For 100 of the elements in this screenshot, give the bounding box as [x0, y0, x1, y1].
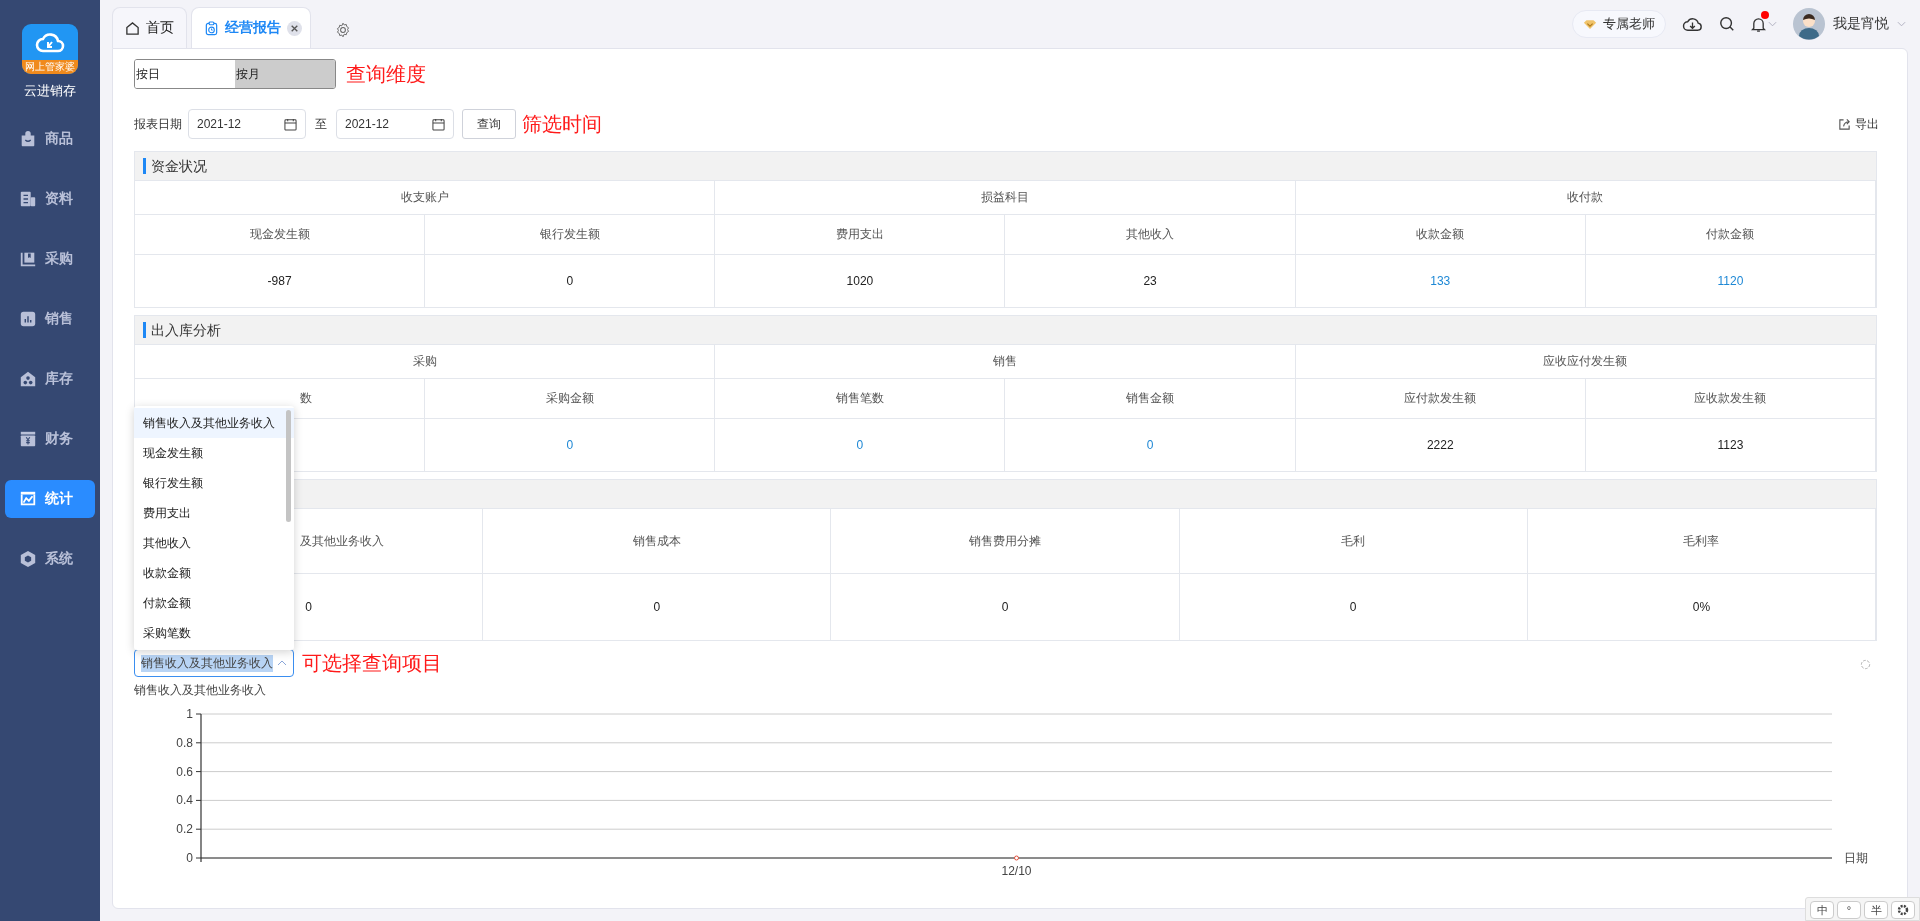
caret-icon: [277, 660, 287, 666]
nav-item[interactable]: 库存: [5, 360, 95, 398]
y-tick: [195, 828, 202, 830]
section-title: 资金状况: [143, 158, 207, 174]
table-cell: 2222: [1295, 419, 1586, 471]
value-link[interactable]: 133: [1295, 255, 1586, 307]
bell-icon[interactable]: [1751, 15, 1766, 33]
search-icon[interactable]: [1719, 16, 1735, 32]
cloud-download-icon[interactable]: [1682, 15, 1703, 33]
nav-item[interactable]: 资料: [5, 180, 95, 218]
diamond-icon: [1583, 18, 1597, 30]
table-cell: -987: [135, 255, 426, 307]
table-header: 损益科目: [715, 181, 1296, 215]
dropdown-option[interactable]: 银行发生额: [134, 468, 294, 498]
hexagon-icon: [19, 550, 37, 568]
value-link[interactable]: 1120: [1585, 255, 1876, 307]
export-icon: [1838, 117, 1851, 131]
query-button[interactable]: 查询: [462, 109, 516, 139]
tab[interactable]: 经营报告: [191, 7, 311, 48]
scrollbar-thumb[interactable]: [286, 410, 291, 522]
annotation-text: 查询维度: [346, 61, 426, 87]
y-tick: [195, 713, 202, 715]
table-header: 费用支出: [715, 215, 1006, 255]
axis-label: 0.2: [176, 822, 193, 837]
line-chart-icon: [19, 490, 37, 508]
book-icon: [19, 250, 37, 268]
nav-item[interactable]: 系统: [5, 540, 95, 578]
bar-chart-icon: [19, 310, 37, 328]
table-cell: 0%: [1527, 574, 1876, 640]
table-header: 销售笔数: [715, 379, 1006, 419]
value-link[interactable]: 0: [425, 419, 716, 471]
table-cell: 1020: [715, 255, 1006, 307]
table-header: 收支账户: [135, 181, 716, 215]
table-cell: 0: [831, 574, 1180, 640]
table-header: 销售金额: [1005, 379, 1296, 419]
dropdown-option[interactable]: 现金发生额: [134, 438, 294, 468]
table-cell: 0: [1179, 574, 1528, 640]
axis-label: 0.8: [176, 735, 193, 750]
table-header: 现金发生额: [135, 215, 426, 255]
nav-item[interactable]: 销售: [5, 300, 95, 338]
close-icon[interactable]: [287, 20, 302, 36]
dropdown-option[interactable]: 其他收入: [134, 528, 294, 558]
table-header: 收款金额: [1295, 215, 1586, 255]
table-header: 毛利: [1179, 509, 1528, 574]
y-tick: [195, 742, 202, 744]
table-header: 付款金额: [1585, 215, 1876, 255]
value-link[interactable]: 0: [715, 419, 1006, 471]
yen-box-icon: [19, 430, 37, 448]
axis-title: 日期: [1844, 851, 1868, 865]
avatar[interactable]: [1793, 8, 1825, 40]
y-tick: [195, 799, 202, 801]
logo-badge: 网上管家婆: [22, 60, 78, 74]
bag-icon: [19, 130, 37, 148]
nav-item[interactable]: 财务: [5, 420, 95, 458]
table-header: 采购: [135, 345, 716, 379]
axis-label: 12/10: [1001, 864, 1032, 878]
dropdown-option[interactable]: 销售收入及其他业务收入: [134, 408, 294, 438]
table-header: 毛利率: [1527, 509, 1876, 574]
dropdown-option[interactable]: 付款金额: [134, 588, 294, 618]
user-name[interactable]: 我是宵悦: [1833, 15, 1889, 33]
y-tick: [195, 857, 202, 859]
axis-label: 0.4: [176, 793, 193, 808]
date-field[interactable]: 2021-12: [336, 109, 454, 139]
axis-label: 0: [186, 851, 193, 865]
value-link[interactable]: 0: [1005, 419, 1296, 471]
table-header: 收付款: [1295, 181, 1876, 215]
y-tick: [195, 771, 202, 773]
export-button[interactable]: 导出: [1838, 115, 1879, 133]
home-icon: [125, 20, 140, 36]
calendar-icon: [284, 117, 297, 131]
calendar-icon: [432, 117, 445, 131]
teacher-button[interactable]: 专属老师: [1572, 10, 1666, 38]
range-separator: 至: [315, 115, 327, 133]
house-icon: [19, 370, 37, 388]
table-header: 销售费用分摊: [831, 509, 1180, 574]
date-field[interactable]: 2021-12: [188, 109, 306, 139]
table-header: 销售成本: [483, 509, 832, 574]
tab[interactable]: 首页: [112, 7, 187, 48]
dimension-option[interactable]: 按月: [235, 60, 335, 88]
nav-item[interactable]: 采购: [5, 240, 95, 278]
table-header: 采购金额: [425, 379, 716, 419]
settings-icon[interactable]: [335, 22, 351, 38]
annotation-text: 筛选时间: [522, 111, 602, 137]
cloud-icon: [35, 31, 65, 55]
nav-item[interactable]: 商品: [5, 120, 95, 158]
ime-key[interactable]: 中: [1810, 901, 1834, 919]
gear-icon: [1897, 904, 1909, 916]
clipboard-clock-icon: [204, 20, 219, 36]
table-header: 应收款发生额: [1585, 379, 1876, 419]
ime-key[interactable]: °: [1837, 901, 1861, 919]
app-name: 云进销存: [24, 82, 76, 100]
table-header: 其他收入: [1005, 215, 1296, 255]
ime-key[interactable]: 半: [1864, 901, 1888, 919]
axis-label: 1: [186, 707, 193, 721]
field-label: 报表日期: [134, 115, 182, 133]
ime-settings-key[interactable]: [1891, 901, 1915, 919]
table-header: 销售: [715, 345, 1296, 379]
axis-label: 0.6: [176, 764, 193, 779]
table-cell: 0: [425, 255, 716, 307]
chart-title: 销售收入及其他业务收入: [134, 682, 267, 699]
